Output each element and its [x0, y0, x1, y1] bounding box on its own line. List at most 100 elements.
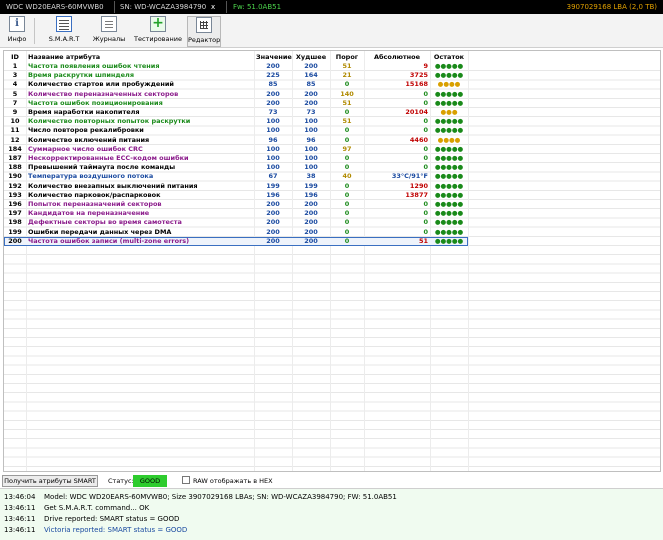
cell-raw: 15168	[405, 80, 428, 89]
cell-health: ●●●●●	[434, 218, 464, 227]
cell-name: Превышений таймаута после команды	[28, 163, 176, 172]
smart-attributes-panel[interactable]: ID Название атрибута Значение Худшее Пор…	[3, 50, 661, 472]
cell-raw: 0	[423, 144, 428, 153]
cell-health: ●●●●●	[434, 190, 464, 199]
cell-id: 188	[8, 163, 22, 172]
tab-label: Журналы	[92, 35, 126, 43]
main-toolbar: Инфо S.M.A.R.T Журналы Тестирование Реда…	[0, 14, 663, 48]
cell-threshold: 97	[342, 144, 352, 153]
table-row[interactable]: 190 Температура воздушного потока 67 38 40 33…	[4, 172, 468, 181]
cell-worst: 100	[304, 117, 318, 126]
cell-threshold: 40	[342, 172, 352, 181]
cell-name: Попыток переназначений секторов	[28, 200, 162, 209]
col-name[interactable]: Название атрибута	[26, 51, 254, 62]
table-row[interactable]: 9 Время наработки накопителя 73 73 0 20104 ●●●	[4, 108, 468, 117]
cell-threshold: 51	[342, 117, 352, 126]
cell-worst: 100	[304, 144, 318, 153]
table-row[interactable]: 10 Количество повторных попыток раскрутки…	[4, 117, 468, 126]
cell-health: ●●●●●	[434, 163, 464, 172]
cell-threshold: 0	[344, 80, 350, 89]
cell-worst: 196	[304, 190, 318, 199]
cell-value: 200	[266, 89, 280, 98]
log-time: 13:46:11	[4, 515, 36, 523]
cell-worst: 85	[306, 80, 316, 89]
cell-id: 5	[12, 89, 18, 98]
table-row[interactable]: 7 Частота ошибок позиционирования 200 200 51…	[4, 99, 468, 108]
device-info-bar: WDC WD20EARS-60MVWB0 SN: WD-WCAZA3984790…	[0, 0, 663, 14]
col-threshold[interactable]: Порог	[330, 51, 364, 62]
status-label: Статус:	[108, 477, 134, 485]
get-smart-button[interactable]: Получить атрибуты SMART	[2, 475, 98, 487]
toolbar-separator	[34, 18, 35, 44]
tab-logs[interactable]: Журналы	[90, 16, 128, 47]
table-row[interactable]: 198 Дефектные секторы во время самотеста 2…	[4, 218, 468, 227]
drive-firmware: Fw: 51.0AB51	[233, 3, 282, 11]
log-panel[interactable]: 13:46:04 Model: WDC WD20EARS-60MVWB0; Siz…	[0, 488, 663, 540]
cell-health: ●●●●	[437, 80, 461, 89]
cell-name: Дефектные секторы во время самотеста	[28, 218, 182, 227]
cell-raw: 0	[423, 163, 428, 172]
cell-threshold: 51	[342, 98, 352, 107]
table-row[interactable]: 197 Кандидатов на переназначение 200 200 0 0 ●…	[4, 209, 468, 218]
tab-smart[interactable]: S.M.A.R.T	[44, 16, 84, 47]
table-row[interactable]: 199 Ошибки передачи данных через DMA 200 20…	[4, 228, 468, 237]
table-row[interactable]: 3 Время раскрутки шпинделя 225 164 21 3725 ●●●…	[4, 71, 468, 80]
smart-table: ID Название атрибута Значение Худшее Пор…	[4, 51, 468, 247]
raw-hex-label[interactable]: RAW отображать в HEX	[193, 477, 273, 485]
log-icon	[101, 16, 117, 32]
tab-editor[interactable]: Редактор	[187, 16, 221, 47]
cell-threshold: 0	[344, 200, 350, 209]
cell-value: 200	[266, 98, 280, 107]
cell-value: 85	[268, 80, 278, 89]
raw-hex-checkbox[interactable]	[182, 476, 190, 484]
table-row[interactable]: 5 Количество переназначенных секторов 200 2…	[4, 90, 468, 99]
cell-value: 196	[266, 190, 280, 199]
table-row[interactable]: 192 Количество внезапных выключений питан…	[4, 182, 468, 191]
col-worst[interactable]: Худшее	[292, 51, 330, 62]
close-drive-button[interactable]: x	[211, 3, 215, 11]
log-entry: 13:46:11 Victoria reported: SMART status …	[4, 526, 187, 537]
cell-worst: 100	[304, 154, 318, 163]
cell-name: Число повторов рекалибровки	[28, 126, 144, 135]
table-row[interactable]: 187 Нескорректированные ECC-кодом ошибки 1…	[4, 154, 468, 163]
table-row[interactable]: 193 Количество парковок/распарковок 196 196…	[4, 191, 468, 200]
col-health[interactable]: Остаток	[430, 51, 468, 62]
cell-id: 12	[10, 135, 20, 144]
cell-id: 7	[12, 98, 18, 107]
table-header: ID Название атрибута Значение Худшее Пор…	[4, 51, 468, 62]
cell-worst: 200	[292, 236, 330, 247]
cell-value: 100	[266, 144, 280, 153]
col-raw[interactable]: Абсолютное	[364, 51, 430, 62]
cell-name: Частота появления ошибок чтения	[28, 62, 160, 70]
cell-name: Количество стартов или пробуждений	[28, 80, 174, 89]
col-id[interactable]: ID	[4, 51, 26, 62]
table-row[interactable]: 1 Частота появления ошибок чтения 200 200 51…	[4, 62, 468, 71]
cell-raw: 51	[364, 236, 430, 247]
divider	[114, 1, 115, 13]
log-time: 13:46:04	[4, 493, 36, 501]
table-row[interactable]: 184 Суммарное число ошибок CRC 100 100 97 0 ●●…	[4, 145, 468, 154]
table-row[interactable]: 196 Попыток переназначений секторов 200 200…	[4, 200, 468, 209]
cell-health: ●●●●	[437, 135, 461, 144]
cell-raw: 9	[423, 62, 428, 70]
table-row[interactable]: 12 Количество включений питания 96 96 0 4460 ●…	[4, 136, 468, 145]
cell-health: ●●●●●	[434, 200, 464, 209]
table-row[interactable]: 11 Число повторов рекалибровки 100 100 0 0 ●●●…	[4, 126, 468, 135]
table-row[interactable]: 188 Превышений таймаута после команды 100 1…	[4, 163, 468, 172]
tab-testing[interactable]: Тестирование	[133, 15, 183, 47]
table-row[interactable]: 200 Частота ошибок записи (multi-zone err…	[4, 236, 468, 247]
cell-threshold: 0	[330, 236, 364, 247]
log-entry: 13:46:11 Drive reported: SMART status = G…	[4, 515, 179, 526]
col-value[interactable]: Значение	[254, 51, 292, 62]
cell-worst: 200	[304, 62, 318, 70]
cell-name: Частота ошибок позиционирования	[28, 98, 163, 107]
cell-health: ●●●●●	[430, 236, 468, 247]
log-text: Victoria reported: SMART status = GOOD	[44, 526, 188, 534]
tab-info[interactable]: Инфо	[4, 16, 30, 47]
status-badge: GOOD	[133, 475, 167, 487]
table-row[interactable]: 4 Количество стартов или пробуждений 85 85 0…	[4, 80, 468, 89]
cell-value: 100	[266, 154, 280, 163]
cell-name: Количество внезапных выключений питания	[28, 181, 198, 190]
cell-id: 197	[8, 209, 22, 218]
cell-id: 198	[8, 218, 22, 227]
